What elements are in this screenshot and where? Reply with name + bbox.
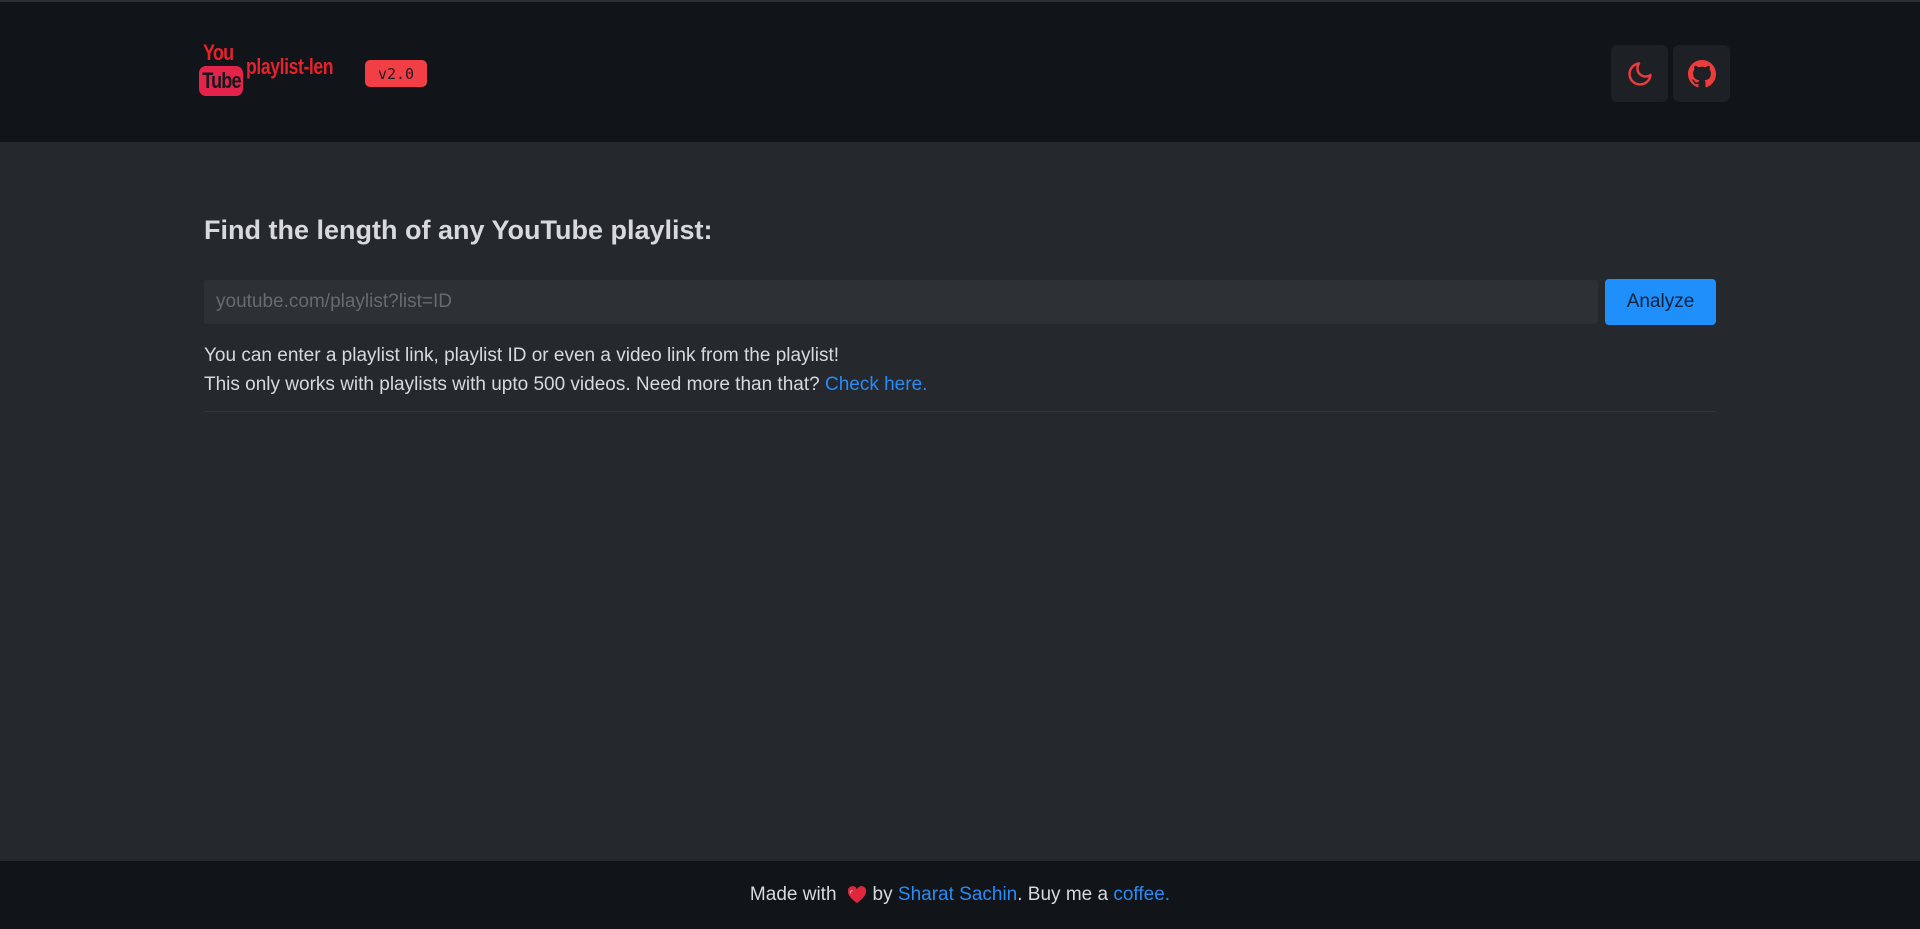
version-badge: v2.0 [365,60,427,87]
help-text-limit: This only works with playlists with upto… [204,374,825,395]
divider [204,411,1716,412]
logo-tube-badge: Tube [199,66,243,96]
heart-icon [847,886,867,904]
logo-you: You [203,40,234,65]
logo[interactable]: You Tube playlist-len [199,40,339,98]
footer-made-with: Made with [749,884,837,905]
github-icon [1687,59,1716,87]
help-text-line-1: You can enter a playlist link, playlist … [204,345,840,366]
footer-buy-text: . Buy me a [1017,884,1114,905]
theme-toggle-button[interactable] [1611,45,1668,102]
logo-app-name: playlist-len [246,54,334,79]
logo-tube-text: Tube [201,68,241,93]
help-text-line-2: This only works with playlists with upto… [204,374,927,396]
check-here-link[interactable]: Check here. [825,374,927,395]
playlist-url-input[interactable] [204,280,1598,324]
footer-by: by [872,884,893,905]
page: You Tube playlist-len v2.0 Find the leng… [0,0,1920,929]
analyze-button[interactable]: Analyze [1605,279,1716,325]
page-title: Find the length of any YouTube playlist: [204,215,713,245]
coffee-link[interactable]: coffee. [1113,884,1170,906]
moon-icon [1627,61,1652,86]
header: You Tube playlist-len v2.0 [0,0,1920,142]
github-button[interactable] [1673,45,1730,102]
main-content: Find the length of any YouTube playlist:… [0,142,1920,861]
author-link[interactable]: Sharat Sachin [898,884,1017,906]
footer: Made with by Sharat Sachin. Buy me a cof… [0,861,1920,929]
